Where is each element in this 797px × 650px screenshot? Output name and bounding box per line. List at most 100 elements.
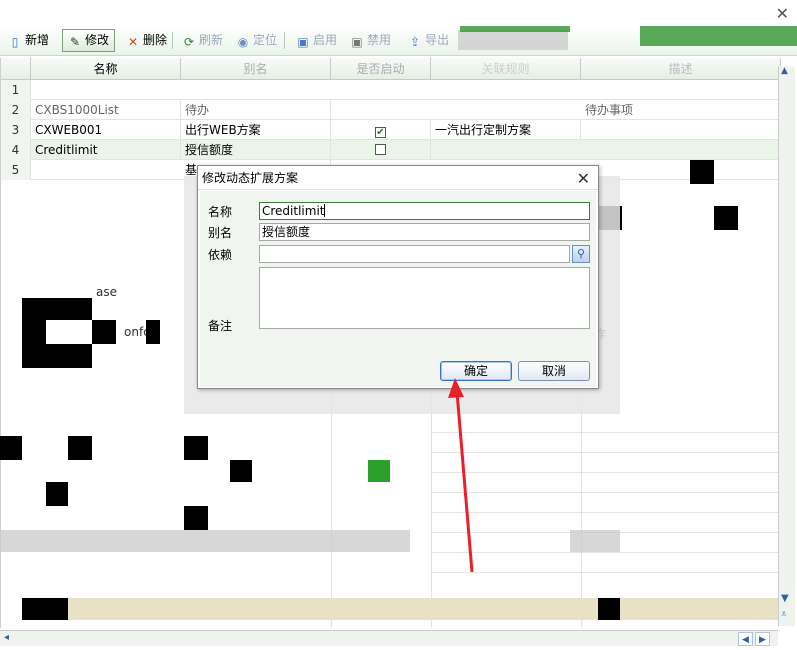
cell-desc: 待办事项	[581, 100, 781, 120]
grid-line	[431, 572, 781, 573]
rownum-header	[1, 58, 31, 80]
table-row[interactable]: 3 CXWEB001 出行WEB方案 ✔ 一汽出行定制方案	[1, 120, 781, 140]
dialog-title: 修改动态扩展方案 ✕	[198, 166, 598, 190]
new-button-label: 新增	[25, 33, 50, 47]
row-number: 4	[1, 140, 31, 160]
column-header-desc[interactable]: 描述	[581, 58, 781, 80]
remark-textarea[interactable]	[259, 267, 590, 329]
refresh-button[interactable]: ⟳ 刷新	[176, 29, 229, 52]
edit-button[interactable]: ✎ 修改	[62, 29, 116, 52]
column-header-alias[interactable]: 别名	[181, 58, 331, 80]
scroll-end-icon[interactable]: ⩡	[781, 609, 787, 620]
summary-row	[68, 598, 778, 620]
redaction-block	[146, 320, 160, 344]
export-icon: ⇪	[409, 35, 421, 49]
partial-text: ase	[96, 285, 117, 299]
locate-icon: ◉	[237, 35, 249, 49]
locate-button[interactable]: ◉ 定位	[230, 29, 283, 52]
row-number: 3	[1, 120, 31, 140]
redaction-block	[598, 598, 620, 620]
column-header-enabled[interactable]: 是否启动	[331, 58, 431, 80]
table-row-selected[interactable]: 4 Creditlimit 授信额度	[1, 140, 781, 160]
redaction-block	[184, 436, 208, 460]
redaction-block	[690, 160, 714, 184]
ok-button[interactable]: 确定	[440, 361, 512, 381]
cell-alias: 出行WEB方案	[181, 120, 331, 140]
table-header: 名称 别名 是否启动 关联规则 描述	[1, 58, 781, 80]
grid-line	[431, 432, 781, 433]
redaction-green-block	[368, 460, 390, 482]
cell-name: Creditlimit	[31, 140, 181, 160]
grid-line	[431, 512, 781, 513]
grid-line	[431, 452, 781, 453]
table-row[interactable]: 1	[1, 80, 781, 100]
new-button[interactable]: ▯ 新增	[2, 29, 55, 52]
redaction-block	[92, 320, 116, 344]
redacted-row	[570, 530, 620, 552]
cell-alias: 待办	[181, 100, 331, 120]
redaction-block	[22, 298, 46, 368]
disable-button[interactable]: ▣ 禁用	[344, 29, 397, 52]
scroll-next-button[interactable]: ▶	[755, 632, 770, 646]
enabled-checkbox-unchecked[interactable]	[375, 144, 386, 155]
vertical-scrollbar[interactable]: ▲ ▼ ⩡	[778, 66, 795, 626]
enabled-checkbox-checked[interactable]: ✔	[375, 127, 386, 138]
cell-name: CXBS1000List	[31, 100, 181, 120]
dialog-body: 名称 Creditlimit 别名 授信额度 依赖 ⚲ 备注 确定 取消	[200, 191, 596, 387]
column-header-name[interactable]: 名称	[31, 58, 181, 80]
redaction-bar	[640, 26, 797, 46]
redaction-block	[714, 206, 738, 230]
text-caret	[324, 204, 326, 217]
cell-rule: 一汽出行定制方案	[431, 120, 581, 140]
redaction-block	[46, 344, 92, 368]
scroll-left-icon[interactable]: ◂	[4, 632, 9, 643]
export-button[interactable]: ⇪ 导出	[402, 29, 455, 52]
row-number: 1	[1, 80, 31, 100]
cell-enabled: ✔	[331, 120, 431, 140]
horizontal-scrollbar[interactable]: ◂ ◀ ▶	[0, 630, 778, 646]
enable-button-label: 启用	[313, 33, 338, 47]
lookup-button[interactable]: ⚲	[572, 245, 590, 263]
row-number: 5	[1, 160, 31, 180]
name-label: 名称	[208, 205, 233, 219]
cancel-button[interactable]: 取消	[518, 361, 590, 381]
toolbar-separator	[172, 32, 173, 49]
delete-x-icon: ✕	[127, 35, 139, 49]
cell-enabled	[331, 140, 431, 160]
redaction-block	[68, 436, 92, 460]
column-header-rule[interactable]: 关联规则	[431, 58, 581, 80]
table-row[interactable]: 2 CXBS1000List 待办 待办事项	[1, 100, 781, 120]
cell-alias: 授信额度	[181, 140, 331, 160]
enable-icon: ▣	[297, 35, 309, 49]
name-field-value: Creditlimit	[262, 204, 325, 218]
redaction-block	[22, 598, 68, 620]
edit-button-label: 修改	[85, 33, 110, 47]
row-number: 2	[1, 100, 31, 120]
dialog-title-text: 修改动态扩展方案	[202, 171, 299, 185]
export-button-label: 导出	[425, 33, 450, 47]
scroll-up-icon[interactable]: ▲	[781, 66, 788, 76]
alias-label: 别名	[208, 226, 233, 240]
dialog-close-icon[interactable]: ✕	[577, 167, 590, 191]
redaction-block	[230, 460, 252, 482]
enable-button[interactable]: ▣ 启用	[290, 29, 343, 52]
redaction-bar	[460, 26, 570, 32]
redaction-block	[0, 436, 22, 460]
delete-button-label: 删除	[143, 33, 168, 47]
toolbar-separator	[284, 32, 285, 49]
alias-field[interactable]: 授信额度	[259, 223, 590, 241]
disable-button-label: 禁用	[367, 33, 392, 47]
delete-button[interactable]: ✕ 删除	[120, 29, 173, 52]
window-close-icon[interactable]: ✕	[776, 4, 789, 23]
depend-field[interactable]	[259, 245, 570, 263]
name-field[interactable]: Creditlimit	[259, 202, 590, 220]
scroll-prev-button[interactable]: ◀	[738, 632, 753, 646]
redaction-block	[46, 298, 92, 320]
window-titlebar: ✕	[0, 0, 797, 26]
disable-icon: ▣	[351, 35, 363, 49]
grid-line	[431, 492, 781, 493]
scroll-down-icon[interactable]: ▼	[781, 593, 789, 604]
refresh-icon: ⟳	[183, 35, 195, 49]
grid-line	[431, 552, 781, 553]
redacted-toolbar-area	[458, 30, 568, 50]
